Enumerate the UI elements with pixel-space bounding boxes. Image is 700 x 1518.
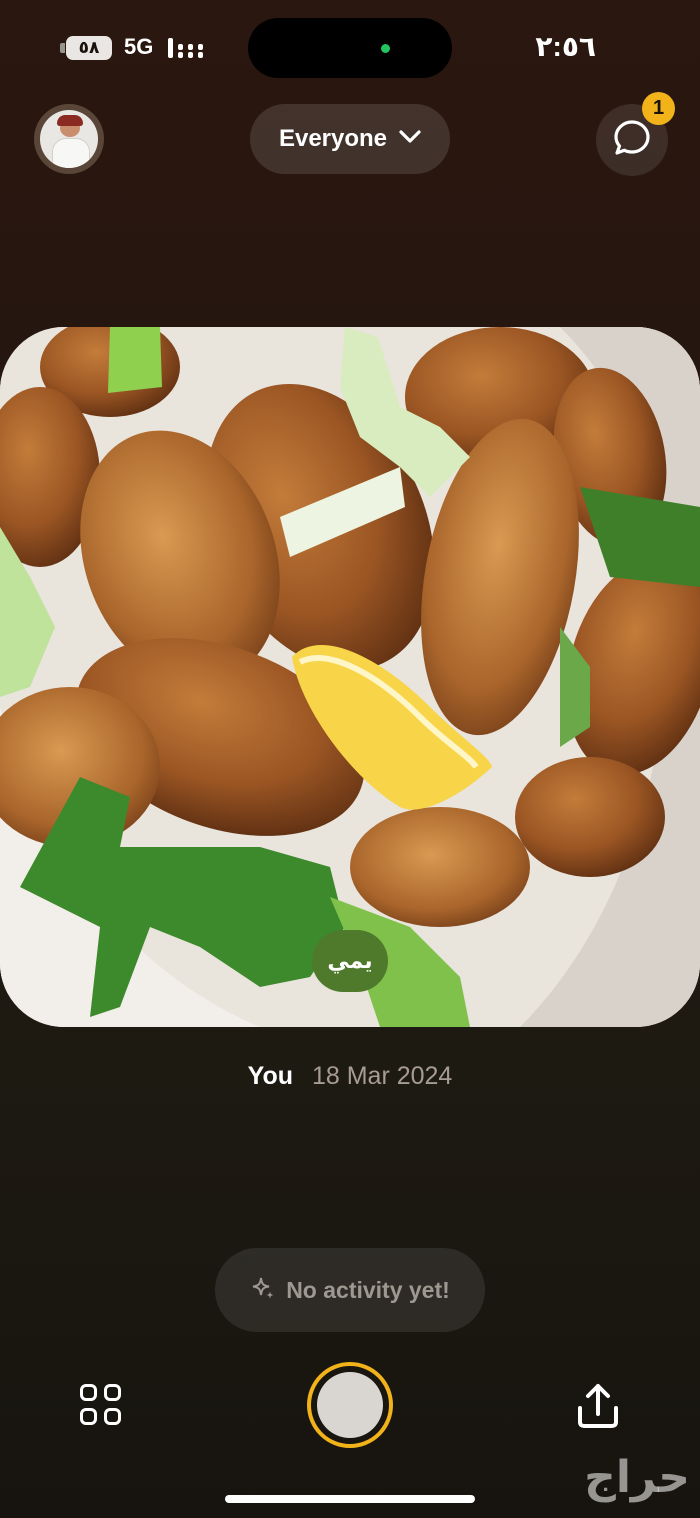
post-author: You — [247, 1062, 294, 1090]
food-photo-illustration — [0, 327, 700, 1027]
post-photo[interactable] — [0, 327, 700, 1027]
dynamic-island — [248, 18, 452, 78]
audience-label: Everyone — [278, 125, 388, 152]
battery-indicator: ٥٨ — [66, 36, 112, 60]
post-meta: You 18 Mar 2024 — [0, 1062, 700, 1091]
activity-label: No activity yet! — [286, 1276, 450, 1303]
home-indicator[interactable] — [225, 1495, 475, 1503]
status-bar: ٥٨ 5G ٢:٥٦ — [0, 0, 700, 96]
share-icon[interactable] — [570, 1378, 626, 1434]
audience-selector[interactable]: Everyone — [250, 104, 450, 174]
shutter-button[interactable] — [307, 1362, 393, 1448]
signal-icon — [168, 36, 204, 60]
status-time: ٢:٥٦ — [535, 31, 596, 62]
post-date: 18 Mar 2024 — [311, 1062, 453, 1090]
chevron-down-icon — [399, 129, 421, 149]
notification-badge: 1 — [642, 92, 675, 125]
avatar-image — [40, 110, 98, 168]
watermark: حراج — [584, 1452, 690, 1503]
grid-icon[interactable] — [78, 1382, 126, 1430]
camera-indicator-dot — [381, 44, 390, 53]
profile-avatar[interactable] — [34, 104, 104, 174]
network-type: 5G — [124, 34, 154, 59]
activity-pill[interactable]: No activity yet! — [215, 1248, 485, 1332]
sparkles-icon — [250, 1275, 276, 1306]
chat-bubble-icon — [612, 118, 652, 163]
caption-chip: يمي — [312, 930, 388, 992]
battery-nub — [60, 43, 65, 53]
shutter-inner — [317, 1372, 383, 1438]
